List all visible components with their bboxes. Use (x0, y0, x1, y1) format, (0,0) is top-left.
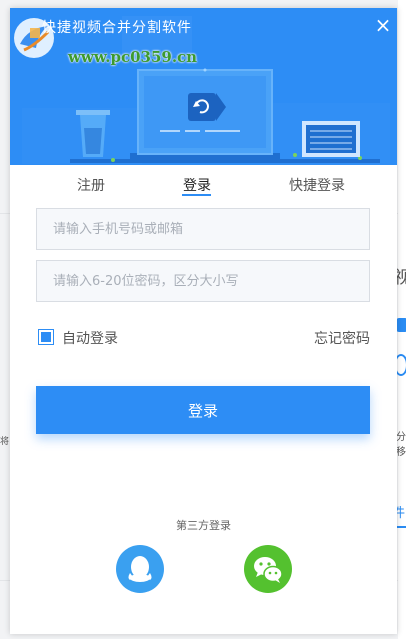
wechat-login-button[interactable] (244, 545, 292, 593)
login-button[interactable]: 登录 (36, 386, 370, 434)
background-text: 分 (396, 432, 406, 443)
qq-icon (128, 556, 152, 582)
watermark-text: www.pc0359.cn (68, 48, 198, 66)
dialog-banner: 快捷视频合并分割软件 www.pc0359.cn × (10, 8, 397, 165)
auto-login-label: 自动登录 (62, 331, 118, 347)
forgot-password-link[interactable]: 忘记密码 (314, 328, 370, 348)
tab-quick-login[interactable]: 快捷登录 (287, 175, 347, 195)
login-dialog: 快捷视频合并分割软件 www.pc0359.cn × 注册 登录 快捷登录 自动… (10, 8, 397, 634)
close-icon: × (374, 13, 392, 37)
checkbox-check-mark (41, 332, 51, 342)
password-input[interactable] (36, 260, 370, 302)
third-party-title: 第三方登录 (176, 519, 231, 532)
background-text: 移 (396, 447, 406, 458)
window-title: 快捷视频合并分割软件 (42, 20, 192, 36)
qq-login-button[interactable] (116, 545, 164, 593)
close-button[interactable]: × (372, 14, 394, 36)
active-tab-indicator (182, 194, 211, 196)
tab-register[interactable]: 注册 (75, 175, 107, 195)
account-input[interactable] (36, 208, 370, 250)
background-text: 将 (0, 437, 10, 447)
tab-login[interactable]: 登录 (181, 175, 213, 195)
background-badge (396, 318, 406, 332)
login-tabs: 注册 登录 快捷登录 (10, 165, 397, 205)
auto-login-checkbox[interactable] (38, 329, 54, 345)
wechat-icon (254, 557, 283, 583)
